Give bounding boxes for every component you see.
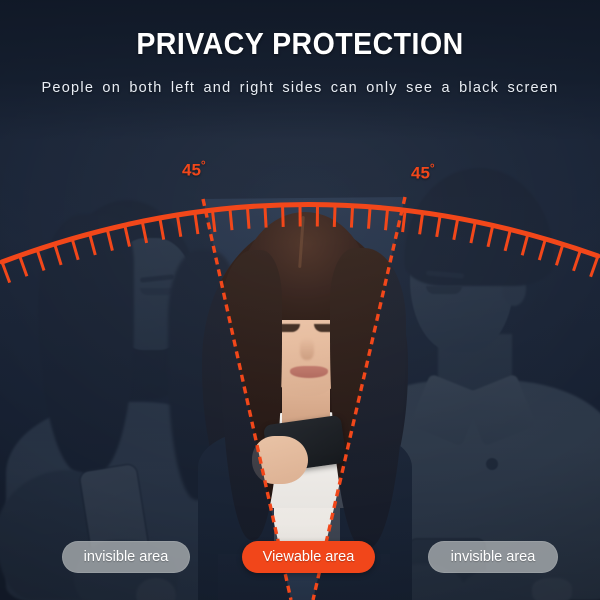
arc-tick [123,224,131,247]
arc-tick [158,217,166,240]
angle-label-right: 45° [411,161,435,184]
arc-tick [140,221,149,244]
arc-tick [0,261,12,284]
legend-invisible-area-right-label: invisible area [450,549,536,565]
legend-viewable-area-label: Viewable area [262,549,355,565]
arc-tick [503,229,512,252]
arc-tick [245,206,251,229]
arc-tick [332,204,337,227]
degree-icon-right: ° [429,161,435,175]
arc-tick [486,225,495,248]
angle-label-right-value: 45 [411,163,430,183]
arc-tick [88,233,97,256]
legend-invisible-area-left[interactable]: invisible area [62,541,190,573]
legend-viewable-area[interactable]: Viewable area [242,541,375,573]
arc-tick [384,208,390,231]
arc-tick [572,249,582,272]
arc-tick [53,243,63,266]
degree-icon-left: ° [200,158,206,172]
page-title: PRIVACY PROTECTION [136,26,464,61]
arc-tick [70,238,80,261]
arc-tick [469,221,477,244]
arc-tick [228,208,234,231]
arc-tick [175,214,183,237]
legend-invisible-area-right[interactable]: invisible area [428,541,558,573]
arc-tick [418,212,425,235]
cone-fill [203,197,405,600]
page-subtitle: People on both left and right sides can … [41,80,559,96]
arc-tick [349,205,355,228]
arc-tick [35,249,46,271]
arc-tick [589,255,600,278]
arc-tick [263,205,268,228]
arc-tick [554,243,565,266]
arc-tick [105,228,114,251]
legend-invisible-area-left-label: invisible area [83,549,169,565]
arc-tick [193,212,200,235]
arc-tick [520,233,530,256]
arc-tick [452,217,460,241]
arc-tick [18,255,29,277]
arc-tick [367,206,372,229]
privacy-protection-infographic: PRIVACY PROTECTION People on both left a… [0,0,600,600]
arc-tick [435,214,442,238]
arc-tick [537,238,547,261]
angle-label-left: 45° [182,158,206,181]
arc-tick [281,204,285,227]
angle-label-left-value: 45 [182,160,201,180]
arc-tick [401,210,407,233]
